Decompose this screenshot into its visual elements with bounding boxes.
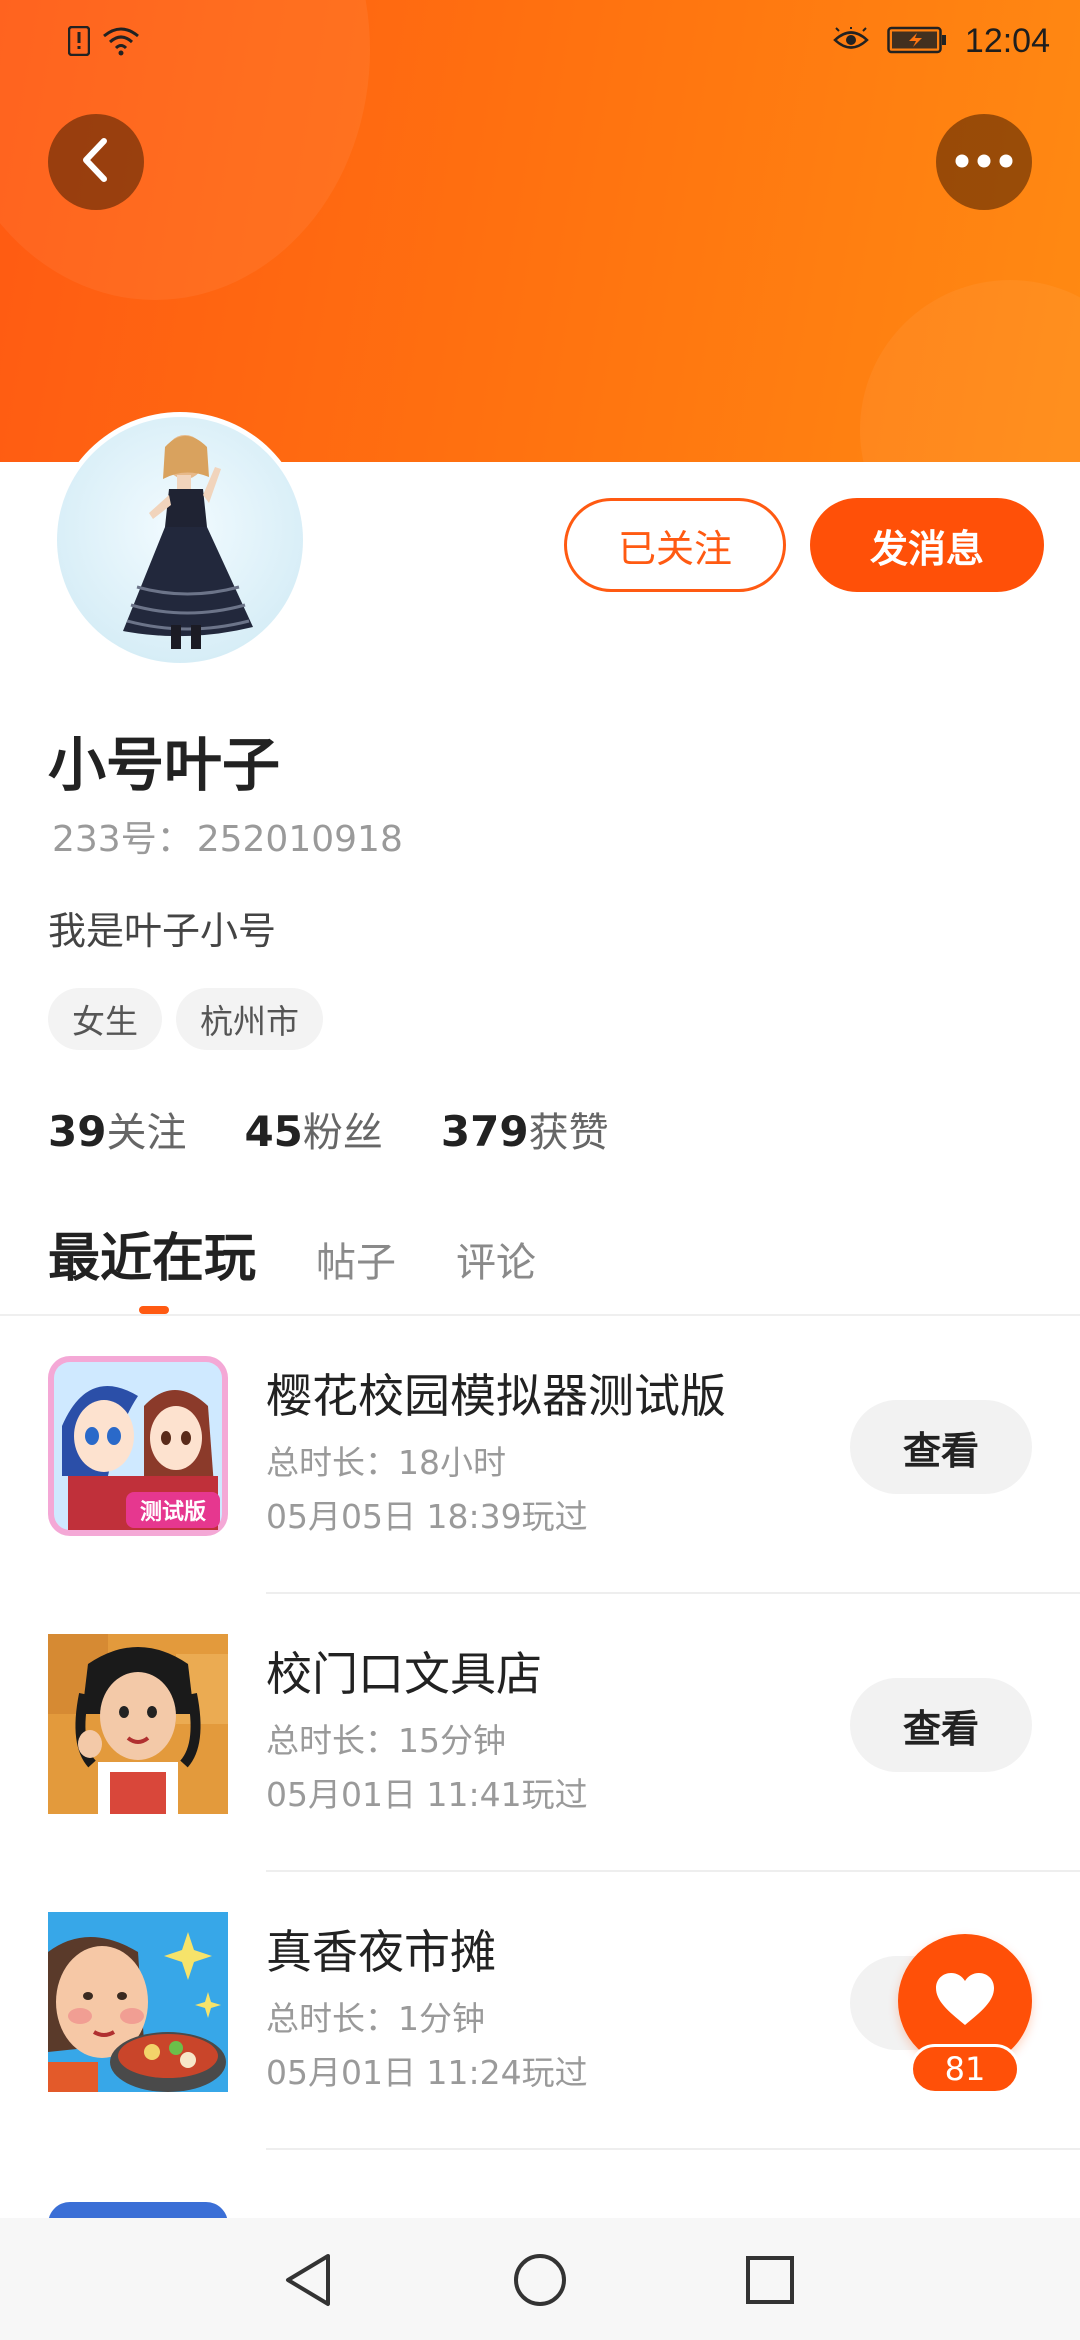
- user-id-value: 252010918: [196, 819, 403, 860]
- like-count: 81: [910, 2044, 1020, 2094]
- followed-button[interactable]: 已关注: [564, 498, 786, 592]
- game-icon-sakura[interactable]: 测试版: [48, 1356, 228, 1536]
- status-time: 12:04: [964, 22, 1050, 60]
- more-button[interactable]: [936, 114, 1032, 210]
- game-icon-stationery[interactable]: [48, 1634, 228, 1814]
- battery-charging-icon: [887, 25, 947, 59]
- game-duration: 总时长：1分钟: [266, 1999, 485, 2038]
- user-bio: 我是叶子小号: [48, 909, 277, 953]
- tab-posts[interactable]: 帖子: [316, 1230, 396, 1288]
- stat-likes-count: 379: [440, 1107, 529, 1156]
- tab-recent-play[interactable]: 最近在玩: [48, 1216, 256, 1291]
- nav-home-icon: [512, 2252, 568, 2312]
- nav-recents-button[interactable]: [742, 2254, 798, 2310]
- user-stats: 39 关注 45 粉丝 379 获赞: [48, 1100, 609, 1158]
- game-title: 真香夜市摊: [266, 1925, 496, 1979]
- sim-alert-icon: [67, 25, 91, 60]
- stat-following-count: 39: [48, 1107, 107, 1156]
- eye-comfort-icon: [833, 24, 869, 57]
- game-duration: 总时长：15分钟: [266, 1721, 506, 1760]
- game-icon-night-market[interactable]: [48, 1912, 228, 2092]
- profile-tabs: 最近在玩 帖子 评论: [48, 1216, 536, 1291]
- row-divider: [266, 2148, 1080, 2150]
- stat-likes-label: 获赞: [528, 1110, 609, 1156]
- tab-comments[interactable]: 评论: [456, 1230, 536, 1288]
- chevron-left-icon: [76, 135, 116, 189]
- tag-gender: 女生: [48, 988, 162, 1050]
- game-title: 校门口文具店: [266, 1647, 542, 1701]
- back-button[interactable]: [48, 114, 144, 210]
- system-nav-bar: [0, 2218, 1080, 2340]
- user-id-label: 233号：: [52, 819, 193, 860]
- game-duration: 总时长：18小时: [266, 1443, 506, 1482]
- status-bar: 12:04: [0, 0, 1080, 90]
- nav-back-button[interactable]: [280, 2254, 336, 2310]
- game-last-played: 05月05日 18:39玩过: [266, 1497, 588, 1536]
- stat-fans-label: 粉丝: [302, 1110, 383, 1156]
- avatar[interactable]: [52, 412, 308, 668]
- nav-home-button[interactable]: [512, 2254, 568, 2310]
- view-game-button[interactable]: 查看: [850, 1400, 1032, 1494]
- avatar-image: [57, 417, 303, 663]
- game-last-played: 05月01日 11:24玩过: [266, 2053, 588, 2092]
- game-title: 樱花校园模拟器测试版: [266, 1369, 726, 1423]
- stat-fans-count: 45: [244, 1107, 303, 1156]
- stat-following-label: 关注: [106, 1110, 187, 1156]
- view-game-button[interactable]: 查看: [850, 1678, 1032, 1772]
- heart-icon: [934, 1971, 996, 2031]
- game-row[interactable]: 校门口文具店 总时长：15分钟 05月01日 11:41玩过 查看: [0, 1594, 1080, 1872]
- active-tab-indicator: [139, 1306, 169, 1314]
- send-message-button[interactable]: 发消息: [810, 498, 1044, 592]
- wifi-icon: [102, 26, 140, 60]
- user-tags: 女生 杭州市: [48, 988, 323, 1050]
- game-icon-badge: 测试版: [140, 1500, 206, 1525]
- tag-city: 杭州市: [176, 988, 323, 1050]
- stat-likes: 379 获赞: [441, 1100, 609, 1158]
- nav-recents-icon: [745, 2255, 795, 2309]
- nav-back-icon: [282, 2252, 334, 2312]
- user-id: 233号： 252010918: [48, 810, 403, 862]
- game-row[interactable]: 测试版 樱花校园模拟器测试版 总时长：18小时 05月05日 18:39玩过 查…: [0, 1316, 1080, 1594]
- stat-fans[interactable]: 45 粉丝: [244, 1100, 382, 1158]
- user-nickname: 小号叶子: [48, 731, 281, 799]
- game-last-played: 05月01日 11:41玩过: [266, 1775, 588, 1814]
- stat-following[interactable]: 39 关注: [48, 1100, 186, 1158]
- more-horizontal-icon: [954, 153, 1014, 172]
